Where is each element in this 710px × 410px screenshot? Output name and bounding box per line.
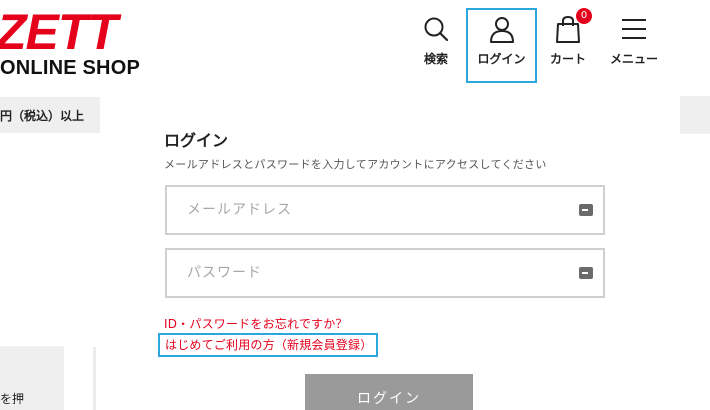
password-field <box>165 248 605 298</box>
nav-cart-label: カート <box>549 52 586 66</box>
side-panel-fragment: を押 <box>0 346 64 410</box>
login-submit-button[interactable]: ログイン <box>305 374 473 410</box>
nav-login-label: ログイン <box>477 52 526 66</box>
nav-menu-label: メニュー <box>609 52 658 66</box>
nav-search-label: 検索 <box>423 52 448 66</box>
promo-text: 円（税込）以上 <box>0 109 85 123</box>
password-manager-icon[interactable] <box>579 204 593 216</box>
email-field <box>165 185 605 235</box>
side-panel-text: を押 <box>0 392 25 406</box>
side-divider <box>93 347 96 410</box>
nav-cart-button[interactable]: 0 カート <box>532 8 604 82</box>
nav-login-button[interactable]: ログイン <box>466 8 537 83</box>
password-input[interactable] <box>167 250 603 296</box>
logo-mark: ZETT <box>0 4 118 60</box>
nav-search-button[interactable]: 検索 <box>400 8 472 82</box>
email-input[interactable] <box>167 187 603 233</box>
hamburger-menu-icon <box>622 19 646 39</box>
login-description: メールアドレスとパスワードを入力してアカウントにアクセスしてください <box>164 158 547 171</box>
cart-count-badge: 0 <box>576 8 592 24</box>
right-banner-fragment <box>680 96 710 134</box>
password-manager-icon[interactable] <box>579 267 593 279</box>
login-title: ログイン <box>164 131 229 150</box>
promo-banner: 円（税込）以上 <box>0 97 100 133</box>
forgot-password-link[interactable]: ID・パスワードをお忘れですか？ <box>164 315 348 332</box>
nav-menu-button[interactable]: メニュー <box>598 8 670 82</box>
user-icon <box>489 17 514 43</box>
register-link[interactable]: はじめてご利用の方（新規会員登録） <box>158 333 379 357</box>
search-icon <box>424 17 449 42</box>
logo-subtitle: ONLINE SHOP <box>0 57 140 79</box>
